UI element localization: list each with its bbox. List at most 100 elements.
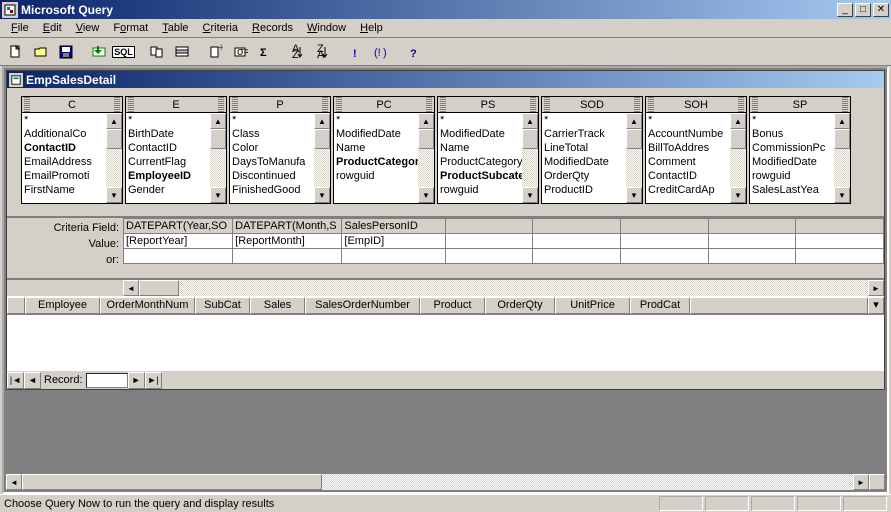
menu-format[interactable]: Format — [106, 20, 155, 36]
table-title[interactable]: PC — [334, 97, 434, 113]
sort-asc-button[interactable]: AZ — [286, 41, 309, 63]
criteria-cell[interactable] — [445, 234, 533, 249]
results-column-header[interactable]: SubCat — [195, 297, 250, 314]
criteria-grid[interactable]: DATEPART(Year,SODATEPART(Month,SSalesPer… — [123, 218, 884, 278]
table-box-c[interactable]: C*AdditionalCoContactIDEmailAddressEmail… — [21, 96, 123, 204]
new-query-button[interactable] — [4, 41, 27, 63]
close-button[interactable]: ✕ — [873, 3, 889, 17]
menu-view[interactable]: View — [69, 20, 107, 36]
record-next-button[interactable]: ► — [128, 372, 145, 389]
table-field[interactable]: ContactID — [22, 141, 106, 155]
menu-file[interactable]: File — [4, 20, 36, 36]
table-vscrollbar[interactable]: ▲▼ — [418, 113, 434, 203]
table-vscrollbar[interactable]: ▲▼ — [626, 113, 642, 203]
menu-table[interactable]: Table — [155, 20, 195, 36]
table-vscrollbar[interactable]: ▲▼ — [210, 113, 226, 203]
table-field[interactable]: Gender — [126, 183, 210, 197]
scroll-down-icon[interactable]: ▼ — [730, 187, 746, 203]
table-field[interactable]: rowguid — [750, 169, 834, 183]
criteria-cell[interactable] — [445, 249, 533, 264]
table-field[interactable]: ModifiedDate — [542, 155, 626, 169]
results-column-header[interactable]: OrderMonthNum — [100, 297, 195, 314]
criteria-cell[interactable]: DATEPART(Year,SO — [124, 219, 233, 234]
mdi-hscrollbar[interactable]: ◄ ► — [6, 474, 885, 490]
menu-help[interactable]: Help — [353, 20, 390, 36]
scroll-down-icon[interactable]: ▼ — [834, 187, 850, 203]
scroll-up-icon[interactable]: ▲ — [210, 113, 226, 129]
table-title[interactable]: SP — [750, 97, 850, 113]
table-vscrollbar[interactable]: ▲▼ — [834, 113, 850, 203]
criteria-cell[interactable] — [708, 249, 796, 264]
table-box-e[interactable]: E*BirthDateContactIDCurrentFlagEmployeeI… — [125, 96, 227, 204]
criteria-cell[interactable] — [620, 249, 708, 264]
criteria-cell[interactable] — [445, 219, 533, 234]
scroll-left-icon[interactable]: ◄ — [6, 474, 22, 490]
criteria-cell[interactable]: [EmpID] — [342, 234, 445, 249]
menu-edit[interactable]: Edit — [36, 20, 69, 36]
scroll-down-icon[interactable]: ▼ — [418, 187, 434, 203]
table-field[interactable]: ModifiedDate — [438, 127, 522, 141]
table-field[interactable]: CreditCardAp — [646, 183, 730, 197]
table-field[interactable]: rowguid — [438, 183, 522, 197]
table-vscrollbar[interactable]: ▲▼ — [106, 113, 122, 203]
table-box-sp[interactable]: SP*BonusCommissionPcModifiedDaterowguidS… — [749, 96, 851, 204]
table-field-list[interactable]: *BonusCommissionPcModifiedDaterowguidSal… — [750, 113, 834, 203]
table-box-p[interactable]: P*ClassColorDaysToManufaDiscontinuedFini… — [229, 96, 331, 204]
criteria-scrollbar[interactable]: ◄ ► — [123, 280, 884, 296]
record-number-input[interactable] — [86, 373, 128, 388]
table-field[interactable]: * — [646, 113, 730, 127]
table-field[interactable]: BirthDate — [126, 127, 210, 141]
return-data-button[interactable] — [87, 41, 110, 63]
criteria-cell[interactable]: DATEPART(Month,S — [233, 219, 342, 234]
criteria-cell[interactable]: SalesPersonID — [342, 219, 445, 234]
results-column-header[interactable]: Employee — [25, 297, 100, 314]
table-field[interactable]: CommissionPc — [750, 141, 834, 155]
table-field[interactable]: ProductCategory — [438, 155, 522, 169]
scroll-down-icon[interactable]: ▼ — [522, 187, 538, 203]
table-field[interactable]: BillToAddres — [646, 141, 730, 155]
table-field[interactable]: LineTotal — [542, 141, 626, 155]
scroll-left-icon[interactable]: ◄ — [123, 280, 139, 296]
scroll-up-icon[interactable]: ▲ — [106, 113, 122, 129]
table-field[interactable]: FinishedGood — [230, 183, 314, 197]
table-field[interactable]: ContactID — [646, 169, 730, 183]
table-field[interactable]: rowguid — [334, 169, 418, 183]
table-title[interactable]: SOH — [646, 97, 746, 113]
auto-query-button[interactable]: (!) — [369, 41, 392, 63]
table-field-list[interactable]: *AccountNumbeBillToAddresCommentContactI… — [646, 113, 730, 203]
table-field[interactable]: Class — [230, 127, 314, 141]
table-field[interactable]: EmailAddress — [22, 155, 106, 169]
add-tables-button[interactable]: + — [203, 41, 226, 63]
table-field[interactable]: CarrierTrack — [542, 127, 626, 141]
table-title[interactable]: P — [230, 97, 330, 113]
table-box-pc[interactable]: PC*ModifiedDateNameProductCategoryrowgui… — [333, 96, 435, 204]
results-body[interactable] — [7, 315, 884, 371]
table-field[interactable]: * — [22, 113, 106, 127]
menu-window[interactable]: Window — [300, 20, 353, 36]
show-tables-button[interactable] — [145, 41, 168, 63]
table-field[interactable]: * — [334, 113, 418, 127]
table-field[interactable]: Color — [230, 141, 314, 155]
table-box-sod[interactable]: SOD*CarrierTrackLineTotalModifiedDateOrd… — [541, 96, 643, 204]
table-field[interactable]: Discontinued — [230, 169, 314, 183]
criteria-cell[interactable] — [796, 234, 884, 249]
table-field[interactable]: Comment — [646, 155, 730, 169]
scroll-up-icon[interactable]: ▲ — [314, 113, 330, 129]
menu-criteria[interactable]: Criteria — [196, 20, 245, 36]
table-field[interactable]: Name — [438, 141, 522, 155]
show-criteria-button[interactable] — [170, 41, 193, 63]
table-field[interactable]: DaysToManufa — [230, 155, 314, 169]
scroll-up-icon[interactable]: ▲ — [626, 113, 642, 129]
table-field[interactable]: FirstName — [22, 183, 106, 197]
table-field[interactable]: SalesLastYea — [750, 183, 834, 197]
criteria-cell[interactable] — [233, 249, 342, 264]
table-field[interactable]: AdditionalCo — [22, 127, 106, 141]
maximize-button[interactable]: □ — [855, 3, 871, 17]
table-field-list[interactable]: *ModifiedDateNameProductCategoryrowguid — [334, 113, 418, 203]
results-column-header[interactable]: UnitPrice — [555, 297, 630, 314]
criteria-cell[interactable] — [708, 219, 796, 234]
table-field[interactable]: ProductID — [542, 183, 626, 197]
table-field[interactable]: * — [750, 113, 834, 127]
table-title[interactable]: E — [126, 97, 226, 113]
results-column-header[interactable]: ProdCat — [630, 297, 690, 314]
